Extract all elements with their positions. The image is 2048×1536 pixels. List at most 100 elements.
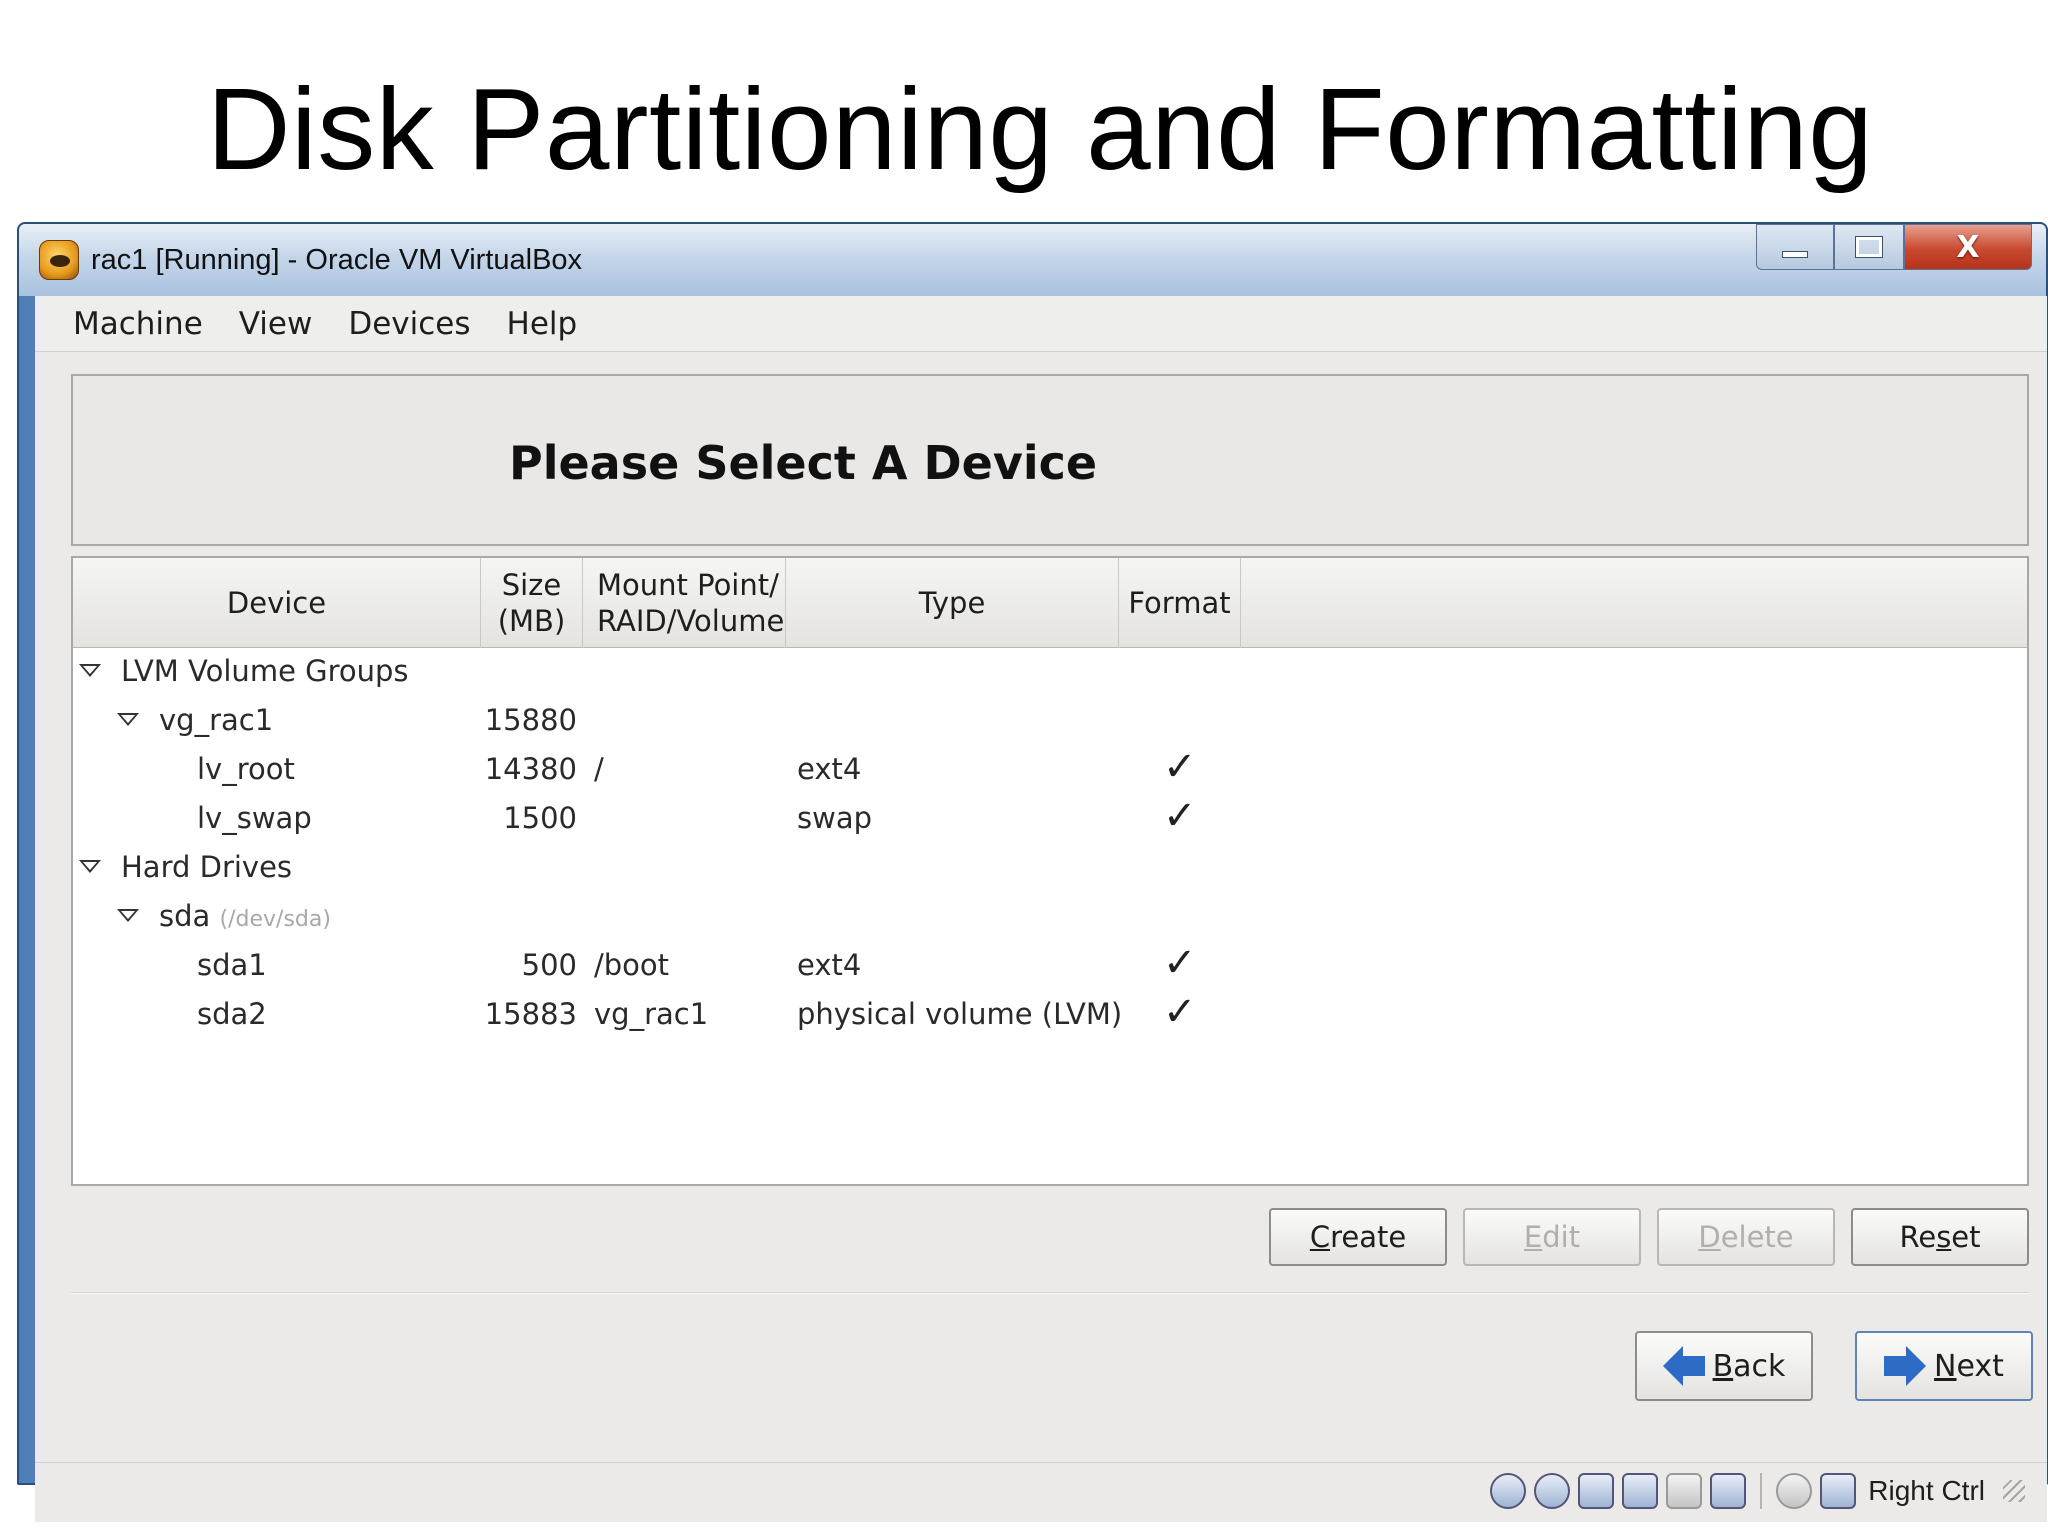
next-label: Next [1934,1349,2004,1384]
reset-label: et [1951,1220,1981,1254]
menu-devices[interactable]: Devices [348,306,470,342]
column-size-label-2: (MB) [497,604,566,638]
menu-view[interactable]: View [239,306,313,342]
back-label-rest: ack [1733,1348,1786,1384]
tree-row[interactable]: lv_swap 1500 swap ✓ [73,793,2027,844]
device-type: ext4 [797,948,862,982]
hard-disk-icon[interactable] [1490,1473,1527,1509]
column-format[interactable]: Format [1119,558,1241,648]
column-size[interactable]: Size (MB) [481,558,583,648]
window-titlebar[interactable]: rac1 [Running] - Oracle VM VirtualBox X [19,224,2046,296]
device-name: sda2 [197,997,267,1031]
tree-row[interactable]: sda1 500 /boot ext4 ✓ [73,940,2027,991]
device-mount: / [594,752,604,786]
column-device[interactable]: Device [73,558,481,648]
device-name: vg_rac1 [159,703,274,737]
back-label: Back [1713,1349,1786,1384]
close-button[interactable]: X [1904,224,2032,270]
column-type-label: Type [918,586,986,620]
format-check-icon: ✓ [1163,940,1197,986]
next-button[interactable]: Next [1855,1331,2033,1401]
menu-machine[interactable]: Machine [73,306,203,342]
arrow-left-icon [1662,1346,1707,1386]
delete-label: elete [1720,1220,1794,1254]
maximize-button[interactable] [1834,224,1904,270]
column-size-label-1: Size [501,568,562,602]
maximize-icon [1855,236,1883,258]
back-button[interactable]: Back [1635,1331,1813,1401]
menubar: Machine View Devices Help [35,296,2047,352]
delete-mnemonic: D [1698,1220,1721,1254]
device-size: 1500 [503,801,577,835]
tree-row[interactable]: vg_rac1 15880 [73,697,2027,746]
resize-grip-icon[interactable] [2003,1480,2025,1502]
column-mount-label-2: RAID/Volume [597,604,785,638]
tree-row[interactable]: LVM Volume Groups [73,648,2027,697]
column-device-label: Device [226,586,327,620]
expander-icon[interactable] [117,909,139,922]
tree-row[interactable]: sda (/dev/sda) [73,893,2027,942]
usb-icon[interactable] [1578,1473,1615,1509]
edit-button[interactable]: Edit [1463,1208,1641,1266]
next-mnemonic: N [1934,1348,1957,1384]
window-controls: X [1756,224,2032,270]
mouse-integration-icon[interactable] [1776,1473,1813,1509]
expander-icon[interactable] [79,860,101,873]
device-mount: vg_rac1 [594,997,709,1031]
device-name: lv_swap [197,801,312,835]
host-key-label: Right Ctrl [1868,1475,1985,1506]
device-type: ext4 [797,752,862,786]
device-mount: /boot [594,948,670,982]
device-name: lv_root [197,752,295,786]
column-mount-label-1: Mount Point/ [597,568,779,602]
device-size: 14380 [484,752,577,786]
tree-row[interactable]: Hard Drives [73,844,2027,893]
tree-row[interactable]: lv_root 14380 / ext4 ✓ [73,744,2027,795]
virtualization-icon[interactable] [1710,1473,1747,1509]
device-name: sda1 [197,948,267,982]
device-path: (/dev/sda) [219,907,331,932]
column-type[interactable]: Type [786,558,1119,648]
reset-mnemonic: s [1936,1220,1952,1254]
next-label-rest: ext [1956,1348,2004,1384]
create-mnemonic: C [1309,1220,1331,1254]
device-size: 500 [521,948,577,982]
delete-button[interactable]: Delete [1657,1208,1835,1266]
separator [71,1292,2029,1294]
optical-drive-icon[interactable] [1534,1473,1571,1509]
network-icon[interactable] [1622,1473,1659,1509]
column-mount-point[interactable]: Mount Point/ RAID/Volume [583,558,786,648]
create-label: reate [1330,1220,1407,1254]
format-check-icon: ✓ [1163,989,1197,1035]
edit-label: dit [1542,1220,1581,1254]
device-type: physical volume (LVM) [797,997,1123,1031]
menu-help[interactable]: Help [507,306,578,342]
device-name: LVM Volume Groups [121,654,409,688]
column-header: Device Size (MB) Mount Point/ RAID/Volum… [73,558,2027,648]
expander-icon[interactable] [79,664,101,677]
back-mnemonic: B [1712,1348,1734,1384]
edit-mnemonic: E [1523,1220,1543,1254]
format-check-icon: ✓ [1163,793,1197,839]
slide-title: Disk Partitioning and Formatting [206,64,1874,194]
device-size: 15880 [484,703,577,737]
installer-content: Please Select A Device Device Size (MB) … [35,352,2047,1462]
window-title: rac1 [Running] - Oracle VM VirtualBox [91,244,583,276]
minimize-icon [1782,250,1808,258]
device-tree[interactable]: Device Size (MB) Mount Point/ RAID/Volum… [71,556,2029,1186]
expander-icon[interactable] [117,713,139,726]
column-format-label: Format [1128,586,1231,620]
tree-row[interactable]: sda2 15883 vg_rac1 physical volume (LVM)… [73,989,2027,1040]
reset-label-prefix: Re [1899,1220,1937,1254]
reset-button[interactable]: Re s et [1851,1208,2029,1266]
host-key-icon [1820,1473,1857,1509]
minimize-button[interactable] [1756,224,1834,270]
device-size: 15883 [484,997,577,1031]
device-type: swap [797,801,873,835]
create-button[interactable]: Create [1269,1208,1447,1266]
format-check-icon: ✓ [1163,744,1197,790]
page-title: Please Select A Device [509,436,1098,490]
status-icons: Right Ctrl [1490,1469,2025,1513]
device-name-text: sda [159,899,211,933]
shared-folder-icon[interactable] [1666,1473,1703,1509]
